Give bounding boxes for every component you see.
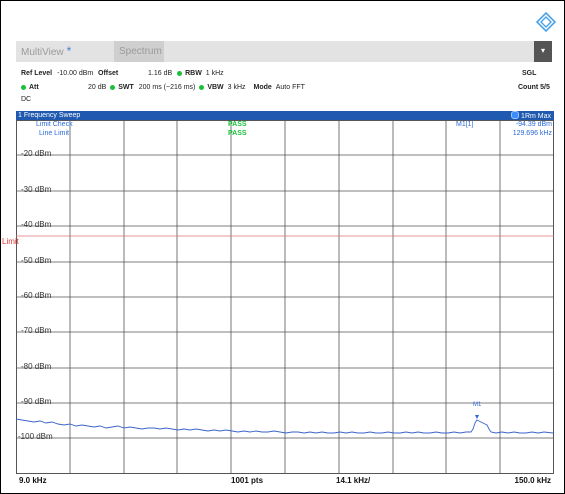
offset-label: Offset (98, 70, 119, 77)
rbw-label: RBW (185, 70, 202, 77)
att-info: Att (21, 84, 39, 91)
y-tick-label: -70 dBm (21, 326, 52, 335)
tab-multiview-label: MultiView (21, 47, 64, 58)
y-tick-label: -50 dBm (21, 256, 52, 265)
swt-label: SWT (118, 84, 134, 91)
sweep-footer: 9.0 kHz 1001 pts 14.1 kHz/ 150.0 kHz (16, 476, 554, 488)
frequency-sweep-title: 1 Frequency Sweep (18, 112, 81, 119)
sgl-indicator: SGL (522, 70, 537, 77)
trace-mode-label: 1Rm Max (521, 113, 551, 120)
line-limit-label: Line Limit (39, 130, 69, 137)
y-tick-label: -90 dBm (21, 397, 52, 406)
ref-level-info: Ref Level -10.00 dBm (21, 70, 93, 77)
span-per-division: 14.1 kHz/ (336, 476, 371, 485)
marker-tag: M1 (473, 402, 482, 408)
swt-coupled-icon (110, 84, 116, 90)
tab-bar: MultiView * Spectrum ▾ (16, 41, 552, 62)
limit-line-label: Limit (2, 237, 19, 246)
limit-check-result: PASS (228, 121, 247, 128)
sweep-count: Count 5/5 (518, 84, 550, 91)
spectrum-plot[interactable]: -20 dBm -30 dBm -40 dBm -50 dBm -60 dBm … (2, 120, 554, 474)
att-label: Att (29, 84, 39, 91)
offset-info: Offset (98, 70, 118, 77)
tab-spectrum-label: Spectrum (119, 46, 162, 57)
marker-frequency: 129.696 kHz (512, 130, 552, 137)
vbw-coupled-icon (199, 84, 205, 90)
marker-name: M1[1] (456, 121, 474, 128)
att-value: 20 dB (88, 84, 107, 91)
rohde-schwarz-logo-icon (536, 12, 556, 32)
y-tick-label: -80 dBm (21, 362, 52, 371)
y-tick-label: -20 dBm (21, 149, 52, 158)
y-tick-label: -100 dBm (18, 432, 53, 441)
sweep-points: 1001 pts (231, 476, 264, 485)
spectrum-plot-svg (16, 120, 554, 474)
tab-multiview[interactable]: MultiView * (16, 41, 124, 62)
offset-value-info: 1.16 dB RBW 1 kHz (148, 70, 224, 77)
line-limit-result: PASS (228, 130, 247, 137)
y-tick-label: -40 dBm (21, 220, 52, 229)
mode-label: Mode (253, 84, 272, 91)
vbw-label: VBW (207, 84, 224, 91)
swt-value: 200 ms (~216 ms) (138, 84, 196, 91)
menu-button[interactable]: ▾ (534, 41, 552, 62)
coupling-info: DC (21, 96, 32, 103)
ref-level-value: -10.00 dBm (57, 70, 94, 77)
tab-spectrum[interactable]: Spectrum (114, 41, 164, 62)
tab-multiview-marker: * (66, 44, 72, 58)
start-frequency: 9.0 kHz (19, 476, 47, 485)
rbw-value: 1 kHz (205, 70, 224, 77)
menu-chevron-icon: ▾ (540, 46, 545, 55)
limit-check-label: Limit Check (36, 121, 73, 128)
marker-level: -94.39 dBm (515, 121, 552, 128)
y-tick-label: -60 dBm (21, 291, 52, 300)
vbw-value: 3 kHz (227, 84, 246, 91)
att-coupled-icon (21, 84, 26, 90)
offset-value: 1.16 dB (148, 70, 173, 77)
rbw-coupled-icon (177, 70, 183, 76)
trace-dot-icon (511, 111, 520, 119)
frequency-sweep-title-bar: 1 Frequency Sweep 1Rm Max (16, 111, 554, 120)
y-tick-label: -30 dBm (21, 185, 52, 194)
mode-value: Auto FFT (275, 84, 305, 91)
att-value-info: 20 dB SWT 200 ms (~216 ms) VBW 3 kHz Mod… (88, 84, 305, 91)
ref-level-label: Ref Level (21, 70, 53, 77)
stop-frequency: 150.0 kHz (514, 476, 551, 485)
